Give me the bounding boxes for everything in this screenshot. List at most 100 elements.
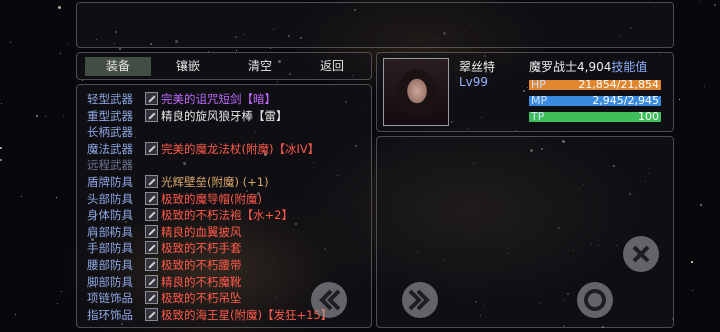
equipment-slot-row[interactable]: 盾牌防具 光辉壁垒(附魔) (+1) xyxy=(87,174,371,190)
slot-label: 头部防具 xyxy=(87,191,133,206)
star xyxy=(270,48,271,49)
confirm-icon xyxy=(584,289,606,311)
equipment-slot-row[interactable]: 肩部防具 精良的血翼披风 xyxy=(87,224,371,240)
equipment-slot-row[interactable]: 重型武器 精良的旋风狼牙棒【雷】 xyxy=(87,108,371,124)
slot-label: 重型武器 xyxy=(87,108,133,123)
next-button[interactable] xyxy=(402,282,438,318)
slot-item-name: 完美的魔龙法杖(附魔)【冰IV】 xyxy=(161,141,320,156)
tp-value: 100 xyxy=(638,110,659,123)
hp-label: HP xyxy=(531,78,546,91)
close-icon xyxy=(632,245,650,263)
tab-inlay[interactable]: 镶嵌 xyxy=(155,57,221,76)
star xyxy=(700,1,701,2)
star xyxy=(56,197,57,198)
confirm-button[interactable] xyxy=(577,282,613,318)
equipment-slot-row[interactable]: 长柄武器 xyxy=(87,124,371,140)
star xyxy=(10,42,11,43)
star xyxy=(236,50,237,51)
character-status-panel: 翠丝特 Lv99 魔罗战士4,904技能值 HP 21,854/21,854 M… xyxy=(376,52,674,132)
tab-clear[interactable]: 清空 xyxy=(227,57,293,76)
star xyxy=(60,53,61,54)
star xyxy=(61,291,62,292)
slot-label: 魔法武器 xyxy=(87,141,133,156)
cape-icon xyxy=(145,224,158,238)
shield-icon xyxy=(145,175,158,188)
previous-icon xyxy=(319,289,341,311)
star xyxy=(57,303,58,304)
star xyxy=(119,48,121,50)
slot-item-name: 精良的血翼披风 xyxy=(161,224,242,239)
star xyxy=(679,99,680,100)
previous-button[interactable] xyxy=(311,282,347,318)
slot-label: 长柄武器 xyxy=(87,125,133,140)
equipment-slot-row[interactable]: 手部防具 极致的不朽手套 xyxy=(87,240,371,256)
necklace-icon xyxy=(145,291,158,305)
slot-label: 远程武器 xyxy=(87,158,133,173)
staff-icon xyxy=(145,141,158,155)
star xyxy=(21,196,22,197)
star xyxy=(704,86,705,87)
tab-back[interactable]: 返回 xyxy=(299,57,365,76)
star xyxy=(714,4,716,6)
mp-label: MP xyxy=(531,94,548,107)
slot-label: 项链饰品 xyxy=(87,291,133,306)
belt-icon xyxy=(145,258,158,271)
slot-item-name: 极致的不朽法袍【水+2】 xyxy=(161,208,293,223)
slot-item-name: 精良的不朽魔靴 xyxy=(161,274,242,289)
character-name: 翠丝特 xyxy=(459,60,496,74)
star xyxy=(63,115,64,116)
slot-item-name: 极致的海王星(附魔)【发狂+15】 xyxy=(161,307,333,322)
boots-icon xyxy=(145,274,158,288)
equipment-slot-row[interactable]: 魔法武器 完美的魔龙法杖(附魔)【冰IV】 xyxy=(87,141,371,157)
equipment-slot-row[interactable]: 身体防具 极致的不朽法袍【水+2】 xyxy=(87,207,371,223)
slot-item-name: 精良的旋风狼牙棒【雷】 xyxy=(161,108,288,123)
slot-item-name: 极致的魔导帽(附魔) xyxy=(161,191,262,206)
close-button[interactable] xyxy=(623,236,659,272)
character-level: Lv99 xyxy=(459,75,489,89)
next-icon xyxy=(408,289,430,311)
star xyxy=(691,261,693,263)
mp-value: 2,945/2,945 xyxy=(592,94,659,107)
slot-item-name: 极致的不朽吊坠 xyxy=(161,291,242,306)
skill-points: 4,904 xyxy=(577,60,612,74)
star xyxy=(692,290,693,291)
ring-icon xyxy=(145,307,158,321)
equipment-slot-row[interactable]: 远程武器 xyxy=(87,157,371,173)
star xyxy=(58,6,61,9)
slot-item-name: 极致的不朽手套 xyxy=(161,241,242,256)
class-skill-line: 魔罗战士4,904技能值 xyxy=(529,58,647,75)
star xyxy=(277,81,278,82)
character-portrait xyxy=(383,58,449,126)
equipment-slot-row[interactable]: 腰部防具 极致的不朽腰带 xyxy=(87,257,371,273)
slot-label: 盾牌防具 xyxy=(87,175,133,189)
tp-label: TP xyxy=(531,110,545,123)
message-panel xyxy=(76,2,674,48)
equipment-slot-row[interactable]: 轻型武器 完美的诅咒短剑【暗】 xyxy=(87,91,371,107)
star xyxy=(0,159,2,161)
skill-points-label: 技能值 xyxy=(611,60,648,74)
hp-value: 21,854/21,854 xyxy=(578,78,659,91)
star xyxy=(82,80,83,81)
tab-bar: 装备 镶嵌 清空 返回 xyxy=(76,52,372,80)
star xyxy=(67,43,68,44)
star xyxy=(45,116,46,117)
tab-equip[interactable]: 装备 xyxy=(85,57,151,76)
slot-item-name: 极致的不朽腰带 xyxy=(161,258,242,272)
equipment-slot-row[interactable]: 头部防具 极致的魔导帽(附魔) xyxy=(87,191,371,207)
game-screen: 装备 镶嵌 清空 返回 轻型武器 完美的诅咒短剑【暗】重型武器 精良的旋风狼牙棒【雷… xyxy=(0,0,720,332)
star xyxy=(15,314,16,315)
character-class: 魔罗战士 xyxy=(529,60,578,74)
hat-icon xyxy=(145,191,158,205)
star xyxy=(36,115,38,117)
slot-label: 腰部防具 xyxy=(87,258,133,272)
slot-item-name: 完美的诅咒短剑【暗】 xyxy=(161,92,276,106)
slot-label: 肩部防具 xyxy=(87,224,133,239)
gloves-icon xyxy=(145,241,158,255)
mace-icon xyxy=(145,108,158,122)
slot-label: 轻型武器 xyxy=(87,92,133,106)
slot-label: 指环饰品 xyxy=(87,307,133,322)
robe-icon xyxy=(145,208,158,222)
slot-item-name: 光辉壁垒(附魔) (+1) xyxy=(161,175,269,189)
sword-icon xyxy=(145,92,158,105)
star xyxy=(0,147,2,149)
